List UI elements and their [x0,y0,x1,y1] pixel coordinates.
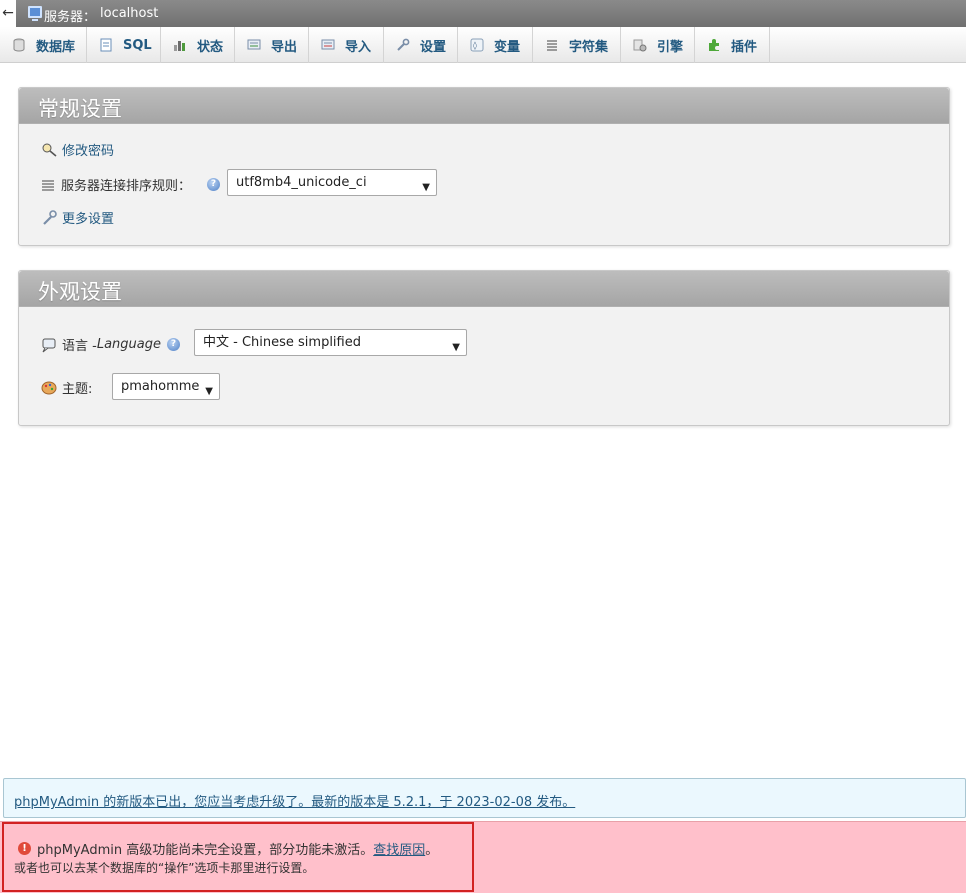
theme-select[interactable]: pmahomme ▼ [112,373,220,400]
server-host-link[interactable]: localhost [100,6,158,21]
help-icon[interactable]: ? [207,178,221,191]
chevron-down-icon: ▼ [422,182,430,193]
change-password-link[interactable]: 修改密码 [62,140,114,159]
export-icon [247,39,261,50]
tab-export[interactable]: 导出 [235,27,309,63]
back-arrow-icon[interactable]: ← [0,0,16,27]
tab-label: SQL [123,37,152,53]
database-icon [13,38,25,52]
help-icon[interactable]: ? [166,338,180,351]
tab-engines[interactable]: 引擎 [621,27,695,63]
change-password-row[interactable]: 修改密码 [41,140,114,159]
error-text: phpMyAdmin 高级功能尚未完全设置，部分功能未激活。 [37,843,374,858]
language-select[interactable]: 中文 - Chinese simplified ▼ [194,329,467,356]
tab-label: 设置 [420,39,447,55]
more-settings-link[interactable]: 更多设置 [62,208,114,227]
tab-import[interactable]: 导入 [309,27,384,63]
import-icon [321,39,335,50]
appearance-settings-panel: 外观设置 语言 - Language ? 中文 - Chinese simpli… [18,270,950,426]
theme-row: 主题: [41,378,92,397]
palette-icon [41,381,57,394]
chevron-down-icon: ▼ [205,386,213,397]
general-settings-legend: 常规设置 [19,88,949,124]
collation-label: 服务器连接排序规则： [61,179,192,194]
chevron-down-icon: ▼ [452,342,460,353]
tab-label: 数据库 [36,39,76,55]
tab-label: 导入 [345,39,372,55]
server-icon [28,6,42,21]
appearance-settings-legend: 外观设置 [19,271,949,307]
language-icon [42,338,56,352]
tab-label: 字符集 [569,39,609,55]
update-notice-link[interactable]: phpMyAdmin 的新版本已出，您应当考虑升级了。最新的版本是 5.2.1，… [14,791,575,810]
tab-settings[interactable]: 设置 [384,27,458,63]
appearance-settings-title: 外观设置 [38,280,122,304]
variables-icon: ◊ [470,38,484,52]
tab-label: 变量 [494,39,521,55]
tab-label: 引擎 [657,39,684,55]
general-settings-panel: 常规设置 修改密码 服务器连接排序规则： ? utf8mb4_unicode_c… [18,87,950,246]
server-label: 服务器： [44,10,97,25]
tab-variables[interactable]: ◊ 变量 [458,27,533,63]
tab-plugins[interactable]: 插件 [695,27,770,63]
theme-label: 主题: [62,382,93,397]
language-select-value: 中文 - Chinese simplified [203,335,361,350]
tab-label: 状态 [197,39,224,55]
general-settings-title: 常规设置 [38,97,122,121]
key-icon [42,143,57,157]
list-icon [42,180,54,190]
error-line-1: ! phpMyAdmin 高级功能尚未完全设置，部分功能未激活。 查找原因 。 [18,839,438,858]
language-label: 语言 - [62,339,97,354]
wrench-icon [397,38,410,51]
language-row: 语言 - Language ? [41,335,180,354]
error-icon: ! [18,842,31,855]
language-label-en: Language [96,337,161,352]
top-menu: 数据库 SQL 状态 导出 导入 设置 ◊ 变量 字符集 引擎 插件 [0,27,966,63]
theme-select-value: pmahomme [121,379,200,394]
tab-status[interactable]: 状态 [161,27,235,63]
tab-label: 导出 [271,39,298,55]
tab-sql[interactable]: SQL [87,27,161,63]
tab-databases[interactable]: 数据库 [0,27,87,63]
engine-icon [633,39,647,52]
collation-select-value: utf8mb4_unicode_ci [236,175,367,190]
config-error-message: ! phpMyAdmin 高级功能尚未完全设置，部分功能未激活。 查找原因 。 … [0,821,966,893]
error-line-2: 或者也可以去某个数据库的“操作”选项卡那里进行设置。 [14,861,315,875]
wrench-icon [43,209,57,225]
svg-text:◊: ◊ [473,41,477,50]
tab-charsets[interactable]: 字符集 [533,27,621,63]
collation-row: 服务器连接排序规则： ? [41,175,221,194]
sql-icon [100,38,112,52]
plugin-icon [709,39,719,51]
status-icon [174,41,185,51]
charset-icon [547,40,557,51]
update-notice: phpMyAdmin 的新版本已出，您应当考虑升级了。最新的版本是 5.2.1，… [3,778,966,818]
find-reason-link[interactable]: 查找原因 [373,839,425,858]
error-text-end: 。 [425,843,439,858]
more-settings-row[interactable]: 更多设置 [41,208,114,227]
tab-label: 插件 [731,39,758,55]
server-breadcrumb-bar: ← 服务器： localhost [0,0,966,27]
collation-select[interactable]: utf8mb4_unicode_ci ▼ [227,169,437,196]
